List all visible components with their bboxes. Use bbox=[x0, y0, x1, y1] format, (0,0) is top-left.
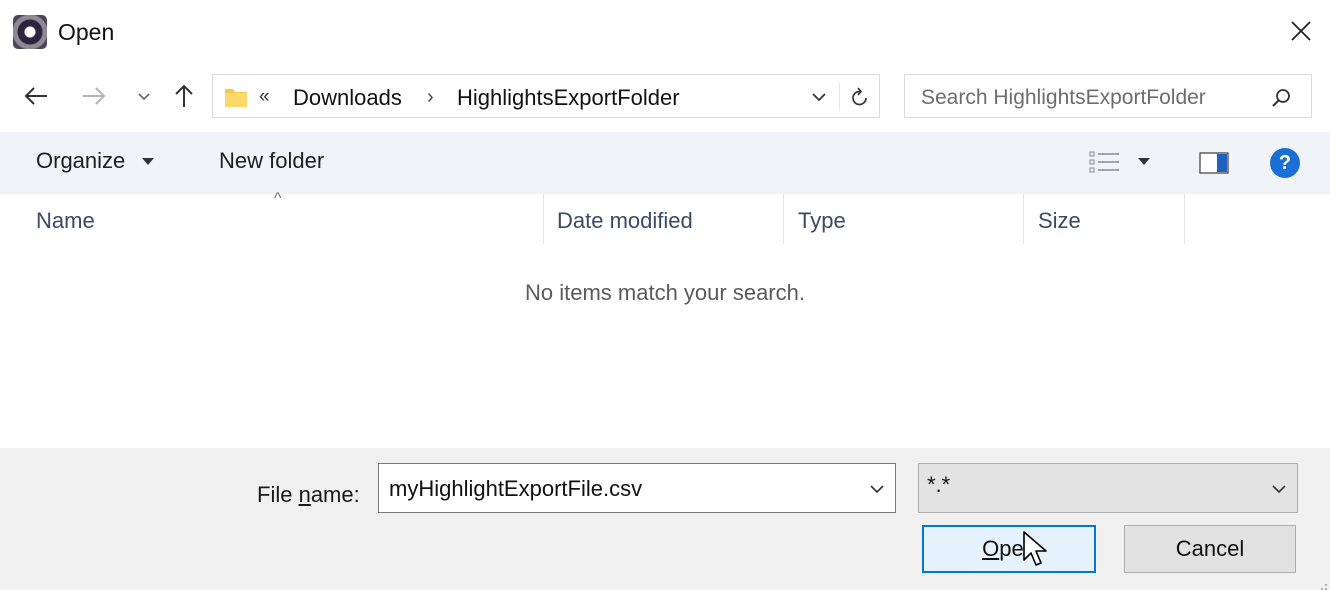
search-placeholder: Search HighlightsExportFolder bbox=[921, 86, 1206, 109]
help-icon[interactable]: ? bbox=[1270, 148, 1300, 178]
column-headers: ^ Name Date modified Type Size bbox=[0, 190, 1330, 246]
file-name-label: File name: bbox=[257, 482, 360, 507]
chevron-down-icon[interactable] bbox=[132, 76, 156, 116]
organize-button[interactable]: Organize bbox=[36, 148, 125, 174]
chevron-down-icon[interactable] bbox=[863, 476, 891, 502]
empty-list-message: No items match your search. bbox=[525, 280, 805, 305]
new-folder-button[interactable]: New folder bbox=[219, 148, 324, 174]
column-divider[interactable] bbox=[783, 194, 784, 244]
file-name-input[interactable]: myHighlightExportFile.csv bbox=[378, 463, 896, 513]
column-header-type[interactable]: Type bbox=[798, 208, 846, 234]
search-input[interactable]: Search HighlightsExportFolder bbox=[904, 74, 1312, 118]
mouse-cursor-icon bbox=[1022, 530, 1050, 570]
open-button[interactable]: Open bbox=[922, 525, 1096, 573]
resize-grip-icon[interactable] bbox=[1318, 578, 1328, 590]
breadcrumb-overflow[interactable]: « bbox=[259, 86, 270, 108]
sort-caret-icon: ^ bbox=[274, 190, 282, 207]
breadcrumb-downloads[interactable]: Downloads bbox=[293, 85, 402, 111]
arrow-up-icon[interactable] bbox=[166, 76, 202, 116]
search-icon[interactable] bbox=[1267, 84, 1295, 112]
breadcrumb-highlights-export-folder[interactable]: HighlightsExportFolder bbox=[457, 85, 680, 111]
arrow-left-icon[interactable] bbox=[16, 76, 56, 116]
preview-pane-icon[interactable] bbox=[1199, 152, 1229, 174]
file-type-value: *.* bbox=[927, 472, 951, 497]
footer-panel: File name: myHighlightExportFile.csv *.*… bbox=[0, 448, 1330, 590]
arrow-right-icon bbox=[76, 76, 112, 116]
app-logo-icon bbox=[13, 15, 47, 49]
folder-icon bbox=[223, 84, 249, 110]
chevron-down-icon[interactable] bbox=[805, 83, 833, 111]
cancel-button[interactable]: Cancel bbox=[1124, 525, 1296, 573]
view-details-icon[interactable] bbox=[1089, 150, 1121, 176]
column-divider[interactable] bbox=[1184, 194, 1185, 244]
address-bar[interactable]: « Downloads › HighlightsExportFolder bbox=[212, 74, 880, 118]
column-header-size[interactable]: Size bbox=[1038, 208, 1081, 234]
close-icon[interactable] bbox=[1283, 13, 1319, 49]
title-bar: Open bbox=[0, 0, 1330, 64]
caret-down-icon[interactable] bbox=[142, 158, 154, 165]
command-bar: Organize New folder ? bbox=[0, 132, 1330, 194]
refresh-icon[interactable] bbox=[845, 83, 875, 111]
caret-down-icon[interactable] bbox=[1138, 158, 1150, 165]
column-header-date-modified[interactable]: Date modified bbox=[557, 208, 693, 234]
breadcrumb-separator[interactable]: › bbox=[427, 86, 434, 109]
column-divider[interactable] bbox=[543, 194, 544, 244]
file-type-select[interactable]: *.* bbox=[918, 463, 1298, 513]
divider bbox=[839, 83, 840, 111]
column-header-name[interactable]: Name bbox=[36, 208, 95, 234]
window-title: Open bbox=[58, 19, 115, 45]
column-divider[interactable] bbox=[1023, 194, 1024, 244]
chevron-down-icon[interactable] bbox=[1265, 476, 1293, 502]
file-name-value[interactable]: myHighlightExportFile.csv bbox=[389, 476, 642, 502]
